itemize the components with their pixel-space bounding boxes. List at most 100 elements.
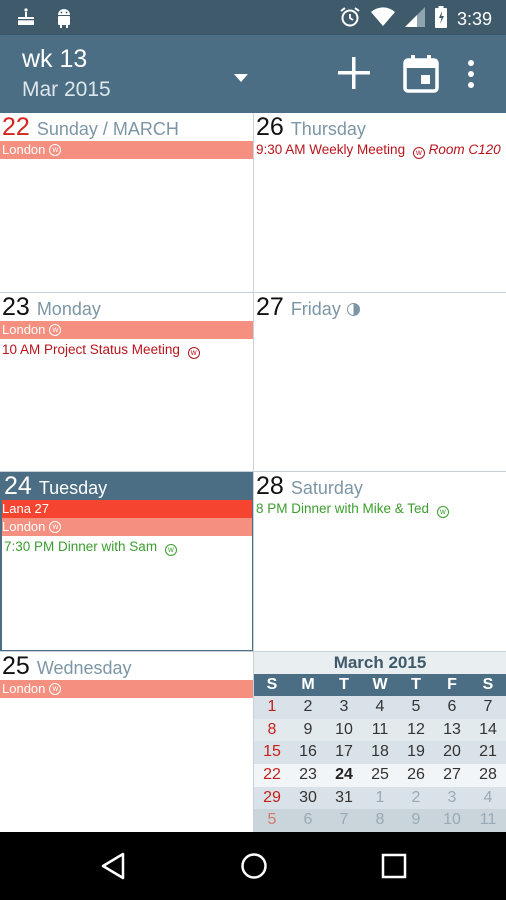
w-badge-icon: w xyxy=(49,144,62,156)
mini-day[interactable]: 11 xyxy=(470,809,506,832)
calendar-today-icon[interactable] xyxy=(403,55,439,98)
mini-day[interactable]: 11 xyxy=(362,719,398,742)
mini-day[interactable]: 9 xyxy=(398,809,434,832)
day-name: Thursday xyxy=(290,119,366,139)
mini-day[interactable]: 4 xyxy=(362,696,398,719)
day-cell-26[interactable]: 26 Thursday 9:30 AM Weekly Meeting w Roo… xyxy=(254,113,506,293)
status-bar: 3:39 xyxy=(0,0,506,35)
event-title: 8 PM Dinner with Mike & Ted xyxy=(256,501,430,516)
mini-day[interactable]: 1 xyxy=(362,787,398,810)
mini-day[interactable]: 27 xyxy=(434,764,470,787)
mini-day[interactable]: 2 xyxy=(290,696,326,719)
weekday-label: T xyxy=(411,676,421,693)
mini-day[interactable]: 20 xyxy=(434,741,470,764)
mini-day[interactable]: 29 xyxy=(254,787,290,810)
mini-day[interactable]: 7 xyxy=(326,809,362,832)
weekday-label: M xyxy=(301,676,315,693)
mini-day[interactable]: 8 xyxy=(362,809,398,832)
day-cell-28[interactable]: 28 Saturday 8 PM Dinner with Mike & Ted … xyxy=(254,472,506,652)
recents-icon[interactable] xyxy=(381,852,407,885)
home-icon[interactable] xyxy=(240,852,268,885)
day-header-27: 27 Friday xyxy=(254,293,506,321)
day-cell-24-today[interactable]: 24 Tuesday Lana 27 London w 7:30 PM Dinn… xyxy=(0,472,254,652)
day-number: 26 xyxy=(256,113,284,141)
weekday-label: S xyxy=(266,676,278,693)
allday-event-lana[interactable]: Lana 27 xyxy=(2,500,252,518)
week-title[interactable]: wk 13 xyxy=(22,45,87,74)
allday-event-london[interactable]: London w xyxy=(2,518,252,536)
mini-day[interactable]: 19 xyxy=(398,741,434,764)
day-header-23: 23 Monday xyxy=(0,293,253,321)
mini-day[interactable]: 6 xyxy=(434,696,470,719)
day-cell-22[interactable]: 22 Sunday / MARCH London w xyxy=(0,113,253,293)
w-badge-icon: w xyxy=(164,544,177,556)
mini-day[interactable]: 2 xyxy=(398,787,434,810)
day-cell-23[interactable]: 23 Monday London w 10 AM Project Status … xyxy=(0,293,253,472)
mini-day[interactable]: 9 xyxy=(290,719,326,742)
mini-week-row: 15 16 17 18 19 20 21 xyxy=(254,741,506,765)
android-icon xyxy=(54,7,74,34)
day-number: 24 xyxy=(4,472,32,500)
w-badge-icon: w xyxy=(187,347,200,359)
mini-day[interactable]: 17 xyxy=(326,741,362,764)
mini-week-row: 29 30 31 1 2 3 4 xyxy=(254,786,506,810)
system-nav-bar xyxy=(0,832,506,900)
mini-week-row: 1 2 3 4 5 6 7 xyxy=(254,696,506,719)
mini-day[interactable]: 30 xyxy=(290,787,326,810)
mini-day[interactable]: 5 xyxy=(254,809,290,832)
mini-day[interactable]: 10 xyxy=(434,809,470,832)
mini-day[interactable]: 18 xyxy=(362,741,398,764)
mini-day[interactable]: 6 xyxy=(290,809,326,832)
mini-day[interactable]: 12 xyxy=(398,719,434,742)
mini-day[interactable]: 13 xyxy=(434,719,470,742)
event-dinner-with-sam[interactable]: 7:30 PM Dinner with Sam w xyxy=(2,538,252,556)
row-divider xyxy=(0,471,506,472)
allday-event-london[interactable]: London w xyxy=(0,141,253,159)
day-cell-25[interactable]: 25 Wednesday London w xyxy=(0,652,253,832)
mini-day[interactable]: 8 xyxy=(254,719,290,742)
mini-day[interactable]: 23 xyxy=(290,764,326,787)
w-badge-icon: w xyxy=(49,324,62,336)
day-name: Sunday / MARCH xyxy=(36,119,179,139)
mini-day[interactable]: 4 xyxy=(470,787,506,810)
mini-day[interactable]: 3 xyxy=(326,696,362,719)
mini-day[interactable]: 10 xyxy=(326,719,362,742)
mini-day[interactable]: 25 xyxy=(362,764,398,787)
mini-day[interactable]: 28 xyxy=(470,764,506,787)
mini-day[interactable]: 7 xyxy=(470,696,506,719)
event-title: 7:30 PM Dinner with Sam xyxy=(4,539,158,554)
mini-day[interactable]: 21 xyxy=(470,741,506,764)
allday-event-london[interactable]: London w xyxy=(0,680,253,698)
day-name: Monday xyxy=(36,299,101,319)
dropdown-caret-icon[interactable] xyxy=(234,69,248,87)
overflow-menu-icon[interactable] xyxy=(466,59,476,94)
mini-day[interactable]: 22 xyxy=(254,764,290,787)
mini-calendar-title[interactable]: March 2015 xyxy=(254,652,506,674)
event-dinner-with-mike-ted[interactable]: 8 PM Dinner with Mike & Ted w xyxy=(254,500,506,518)
day-header-22: 22 Sunday / MARCH xyxy=(0,113,253,141)
mini-day[interactable]: 15 xyxy=(254,741,290,764)
event-weekly-meeting[interactable]: 9:30 AM Weekly Meeting w Room C120 xyxy=(254,141,506,159)
day-cell-27[interactable]: 27 Friday xyxy=(254,293,506,472)
event-title: Lana 27 xyxy=(2,501,49,516)
day-number: 28 xyxy=(256,472,284,500)
mini-day[interactable]: 26 xyxy=(398,764,434,787)
day-name: Friday xyxy=(290,299,341,319)
mini-day[interactable]: 1 xyxy=(254,696,290,719)
day-name: Wednesday xyxy=(36,658,132,678)
day-number: 27 xyxy=(256,293,284,321)
mini-day[interactable]: 3 xyxy=(434,787,470,810)
event-project-status-meeting[interactable]: 10 AM Project Status Meeting w xyxy=(0,341,253,359)
add-icon[interactable] xyxy=(336,55,372,96)
allday-event-london[interactable]: London w xyxy=(0,321,253,339)
mini-day[interactable]: 31 xyxy=(326,787,362,810)
day-name: Saturday xyxy=(290,478,363,498)
mini-day[interactable]: 5 xyxy=(398,696,434,719)
mini-day[interactable]: 16 xyxy=(290,741,326,764)
mini-day-today[interactable]: 24 xyxy=(326,764,362,787)
weekday-label: F xyxy=(447,676,457,693)
month-subtitle[interactable]: Mar 2015 xyxy=(22,78,111,102)
battery-icon xyxy=(434,6,447,33)
back-icon[interactable] xyxy=(100,852,126,885)
mini-day[interactable]: 14 xyxy=(470,719,506,742)
